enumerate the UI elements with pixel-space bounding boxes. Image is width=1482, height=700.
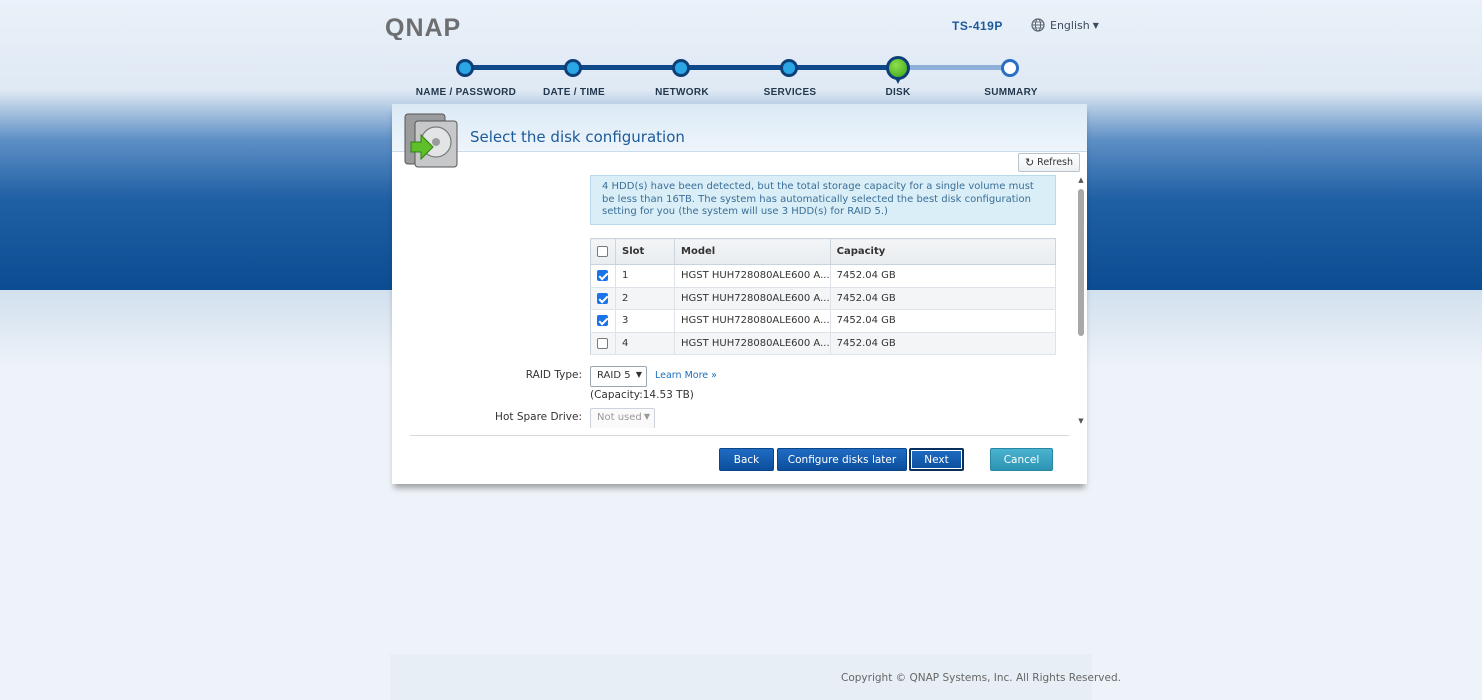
cancel-button[interactable]: Cancel — [990, 448, 1053, 471]
back-button[interactable]: Back — [719, 448, 774, 471]
disk-config-scroll-area[interactable]: 4 HDD(s) have been detected, but the tot… — [410, 174, 1078, 428]
disk-checkbox-3[interactable] — [597, 315, 608, 326]
wizard-stepper: NAME / PASSWORD DATE / TIME NETWORK SERV… — [0, 0, 1482, 100]
raid-type-label: RAID Type: — [525, 369, 582, 381]
table-row: 1 HGST HUH728080ALE600 A... 7452.04 GB — [590, 264, 1057, 288]
disk-checkbox-2[interactable] — [597, 292, 608, 304]
detection-info-message: 4 HDD(s) have been detected, but the tot… — [590, 175, 1056, 225]
row-checkbox-cell — [590, 332, 616, 355]
next-button[interactable]: Next — [909, 448, 964, 471]
column-header-capacity: Capacity — [830, 238, 1057, 265]
disk-checkbox-1[interactable] — [597, 270, 608, 281]
model-cell: HGST HUH728080ALE600 A... — [674, 264, 831, 288]
table-row: 4 HGST HUH728080ALE600 A... 7452.04 GB — [590, 332, 1057, 355]
model-cell: HGST HUH728080ALE600 A... — [674, 287, 831, 310]
column-header-slot: Slot — [615, 238, 675, 265]
step-label-network: NETWORK — [655, 87, 709, 98]
learn-more-link[interactable]: Learn More » — [655, 370, 717, 381]
scroll-up-arrow-icon[interactable]: ▲ — [1077, 176, 1085, 184]
vertical-scrollbar[interactable]: ▲ ▼ — [1077, 176, 1085, 426]
table-row: 3 HGST HUH728080ALE600 A... 7452.04 GB — [590, 309, 1057, 333]
step-dot-summary — [1001, 59, 1019, 77]
slot-cell: 4 — [615, 332, 675, 355]
slot-cell: 3 — [615, 309, 675, 333]
disk-checkbox-4[interactable] — [597, 337, 608, 349]
row-checkbox-cell — [590, 264, 616, 288]
step-label-summary: SUMMARY — [984, 87, 1038, 98]
table-header-row: Slot Model Capacity — [590, 238, 1057, 265]
row-checkbox-cell — [590, 287, 616, 310]
chevron-down-icon: ▼ — [643, 412, 650, 421]
table-row: 2 HGST HUH728080ALE600 A... 7452.04 GB — [590, 287, 1057, 310]
step-label-disk: DISK — [885, 87, 911, 98]
raid-type-value: RAID 5 — [597, 370, 631, 381]
stepper-remaining-line — [898, 65, 1010, 70]
row-checkbox-cell — [590, 309, 616, 333]
step-dot-network — [672, 59, 690, 77]
capacity-cell: 7452.04 GB — [830, 287, 1057, 310]
capacity-cell: 7452.04 GB — [830, 309, 1057, 333]
scrollbar-thumb[interactable] — [1078, 189, 1084, 336]
step-label-date-time: DATE / TIME — [542, 87, 606, 98]
raid-type-select[interactable]: RAID 5 ▼ — [590, 366, 647, 387]
model-cell: HGST HUH728080ALE600 A... — [674, 332, 831, 355]
disk-config-panel: Select the disk configuration ↻ Refresh … — [392, 104, 1087, 484]
step-dot-services — [780, 59, 798, 77]
step-label-name-password: NAME / PASSWORD — [415, 87, 517, 98]
scroll-down-arrow-icon[interactable]: ▼ — [1077, 417, 1085, 425]
hot-spare-value: Not used — [597, 412, 642, 423]
capacity-cell: 7452.04 GB — [830, 332, 1057, 355]
select-all-cell — [590, 238, 616, 265]
column-header-model: Model — [674, 238, 831, 265]
hard-disk-icon — [404, 113, 458, 168]
configure-later-button[interactable]: Configure disks later — [777, 448, 907, 471]
panel-title: Select the disk configuration — [470, 128, 685, 146]
refresh-icon: ↻ — [1024, 156, 1035, 169]
capacity-cell: 7452.04 GB — [830, 264, 1057, 288]
select-all-checkbox[interactable] — [597, 245, 608, 257]
copyright-text: Copyright © QNAP Systems, Inc. All Right… — [841, 672, 1121, 684]
slot-cell: 2 — [615, 287, 675, 310]
step-dot-name-password — [456, 59, 474, 77]
slot-cell: 1 — [615, 264, 675, 288]
model-cell: HGST HUH728080ALE600 A... — [674, 309, 831, 333]
disk-table: Slot Model Capacity 1 HGST HUH728080ALE6… — [590, 238, 1057, 355]
refresh-label: Refresh — [1037, 157, 1074, 168]
button-divider — [410, 435, 1069, 436]
step-label-services: SERVICES — [763, 87, 817, 98]
hot-spare-label: Hot Spare Drive: — [495, 411, 582, 423]
chevron-down-icon: ▼ — [635, 370, 642, 379]
refresh-button[interactable]: ↻ Refresh — [1018, 153, 1080, 172]
capacity-note: (Capacity:14.53 TB) — [590, 389, 694, 401]
step-dot-disk — [886, 56, 910, 84]
step-dot-date-time — [564, 59, 582, 77]
hot-spare-select: Not used ▼ — [590, 408, 655, 428]
